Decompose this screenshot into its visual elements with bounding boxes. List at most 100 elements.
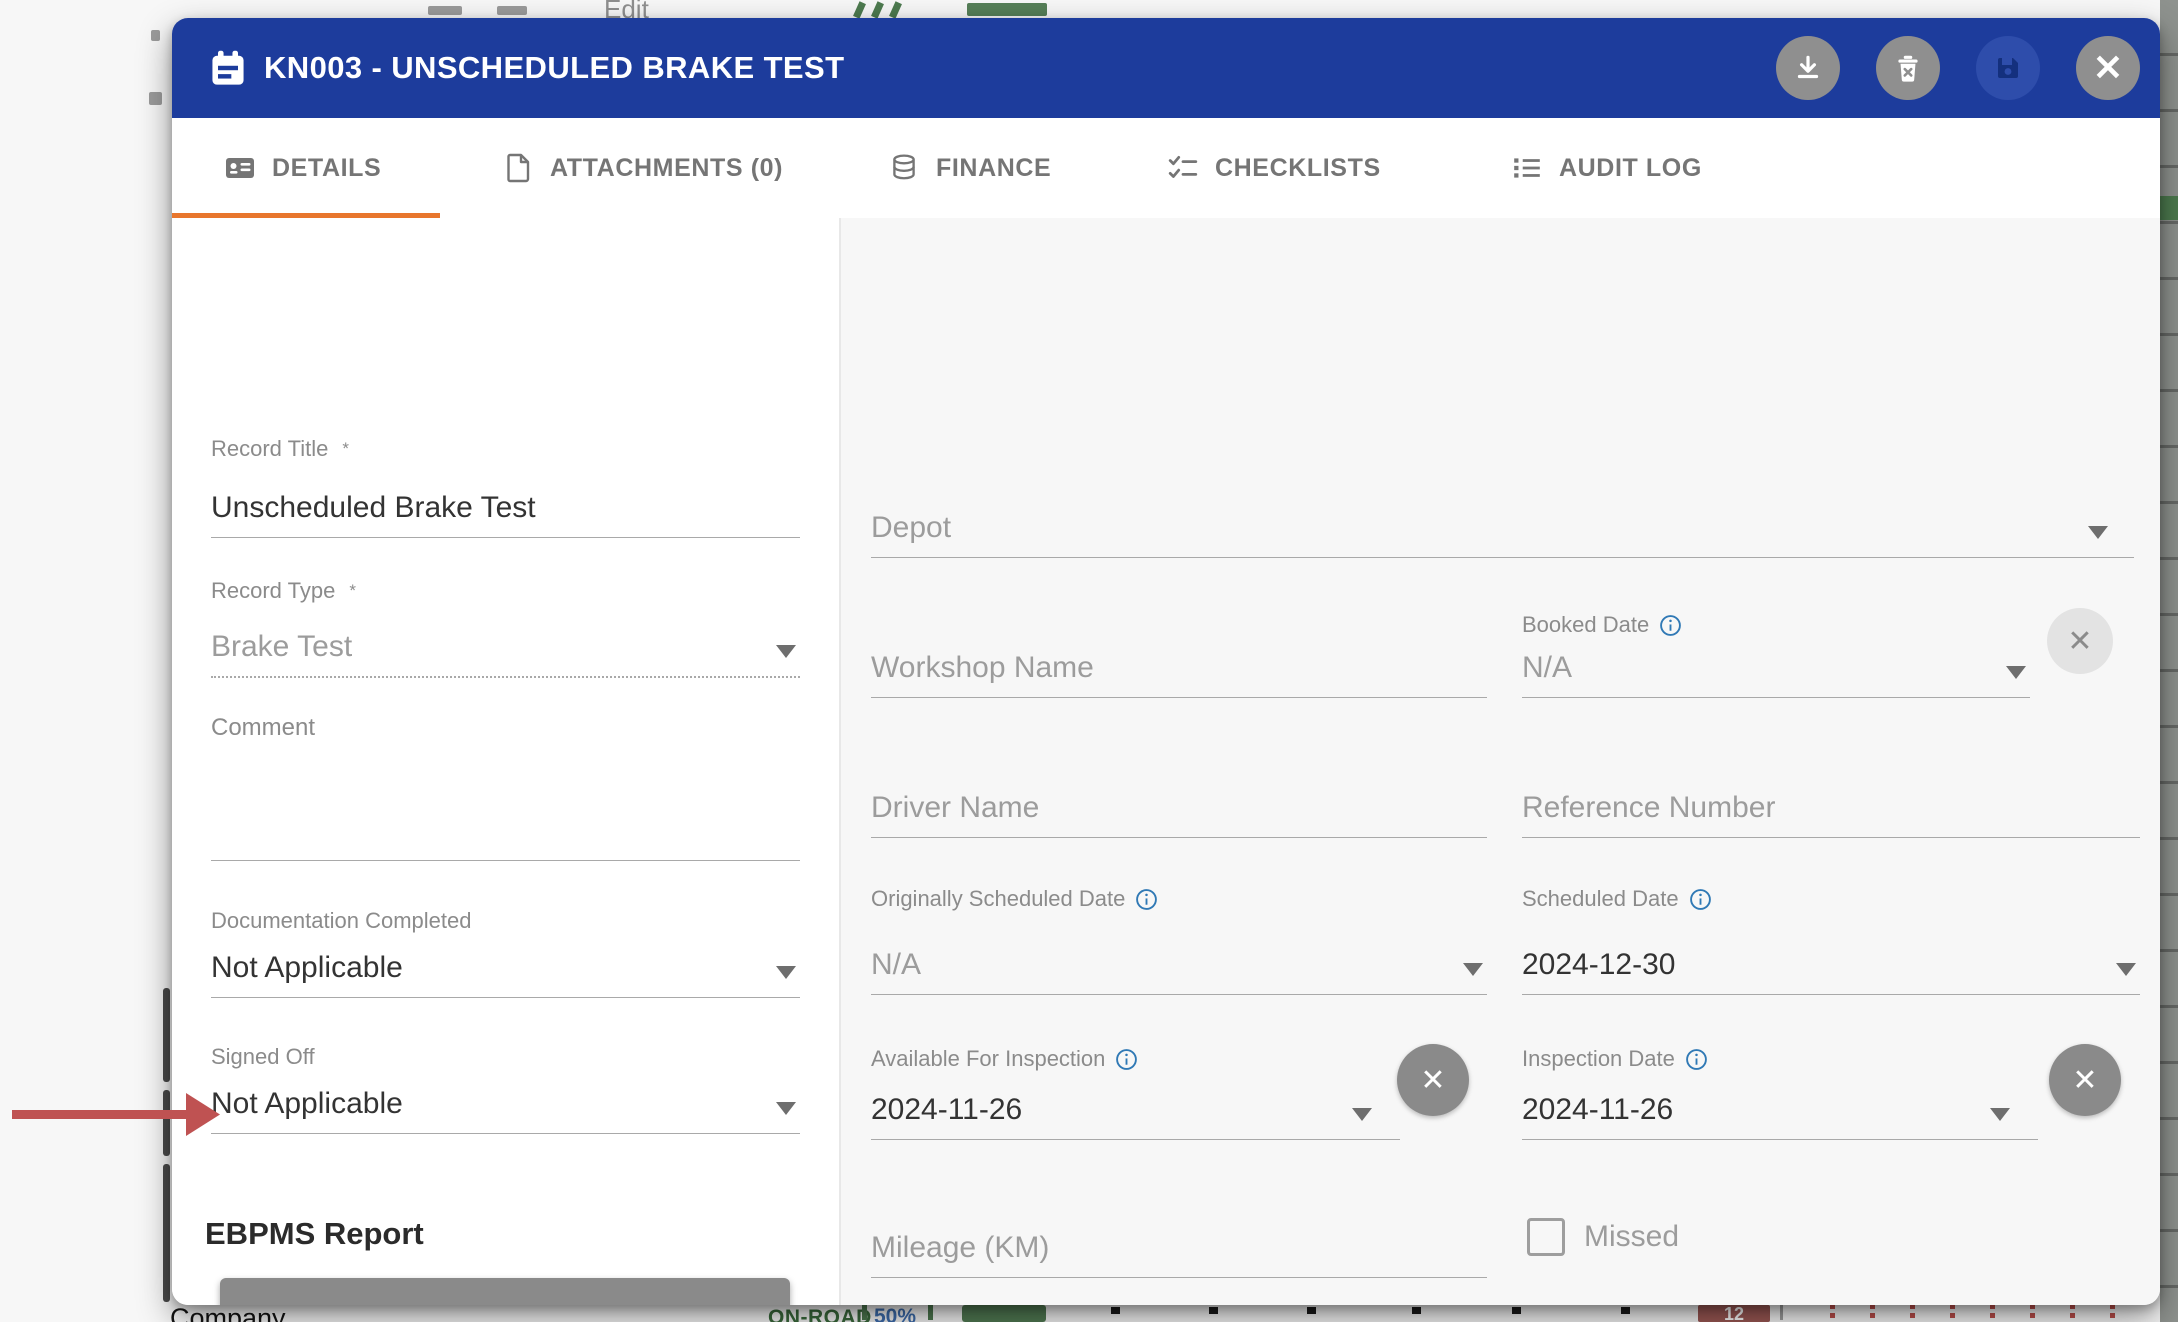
driver-name-input[interactable]: Driver Name [871,774,1487,838]
inspection-date-label: Inspection Date [1522,1046,1708,1072]
background-dot [1412,1307,1421,1314]
modal-header: KN003 - UNSCHEDULED BRAKE TEST [172,18,2160,118]
background-table-header-strip: Edit [0,0,2178,18]
service-record-modal: KN003 - UNSCHEDULED BRAKE TEST [172,18,2160,1305]
tab-checklists[interactable]: CHECKLISTS [1167,118,1381,218]
originally-scheduled-date-label: Originally Scheduled Date [871,886,1158,912]
tab-audit-log[interactable]: AUDIT LOG [1511,118,1702,218]
background-text-fragment [149,92,162,105]
driver-name-placeholder: Driver Name [871,791,1039,825]
dropdown-arrow-icon[interactable] [2116,963,2136,976]
signed-off-label-text: Signed Off [211,1044,315,1070]
available-for-inspection-label-text: Available For Inspection [871,1046,1105,1072]
inspection-date-label-text: Inspection Date [1522,1046,1675,1072]
background-dot [1512,1307,1521,1314]
info-icon[interactable] [1115,1048,1138,1071]
calendar-icon [208,47,248,89]
background-left-line-segment [163,1164,170,1302]
modal-title: KN003 - UNSCHEDULED BRAKE TEST [264,50,844,86]
dropdown-arrow-icon[interactable] [776,1102,796,1115]
dropdown-arrow-icon[interactable] [1990,1108,2010,1121]
inspection-date-clear-button[interactable]: ✕ [2049,1044,2121,1116]
comment-textarea[interactable] [211,748,800,861]
record-type-select[interactable]: Brake Test [211,614,800,678]
dropdown-arrow-icon[interactable] [2006,666,2026,679]
documentation-completed-select[interactable]: Not Applicable [211,936,800,998]
info-icon[interactable] [1689,888,1712,911]
record-title-label-text: Record Title [211,436,328,462]
reference-number-input[interactable]: Reference Number [1522,774,2140,838]
workshop-name-placeholder: Workshop Name [871,651,1094,685]
mileage-input[interactable]: Mileage (KM) [871,1216,1487,1278]
required-mark: * [349,581,356,601]
id-card-icon [224,152,256,184]
close-button[interactable]: ✕ [2076,36,2140,100]
signed-off-select[interactable]: Not Applicable [211,1072,800,1134]
tab-finance[interactable]: FINANCE [888,118,1051,218]
background-green-cell [2160,196,2178,220]
details-right-pane [839,218,2160,1305]
background-right-column-strip [2160,0,2178,1322]
missed-label: Missed [1584,1220,1679,1254]
record-type-label: Record Type * [211,578,356,604]
reset-ebpms-button-label: RESET EBPMS SYSTEM [379,1304,630,1306]
scheduled-date-select[interactable]: 2024-12-30 [1522,930,2140,995]
originally-scheduled-date-select[interactable]: N/A [871,930,1487,995]
background-text-fragment [151,30,160,41]
workshop-name-input[interactable]: Workshop Name [871,634,1487,698]
info-icon[interactable] [1685,1048,1708,1071]
available-for-inspection-label: Available For Inspection [871,1046,1138,1072]
inspection-date-value: 2024-11-26 [1522,1093,1673,1127]
info-icon[interactable] [1659,614,1682,637]
tab-label: CHECKLISTS [1215,154,1381,183]
mileage-placeholder: Mileage (KM) [871,1231,1049,1265]
booked-date-clear-button[interactable]: ✕ [2047,608,2113,674]
reset-ebpms-button[interactable]: RESET EBPMS SYSTEM [220,1278,790,1305]
delete-button[interactable] [1876,36,1940,100]
scheduled-date-label: Scheduled Date [1522,886,1712,912]
background-red-tick [2110,1313,2115,1318]
background-red-tick [1990,1313,1995,1318]
dropdown-arrow-icon[interactable] [776,966,796,979]
depot-select[interactable]: Depot [871,490,2134,558]
background-red-tick [1910,1313,1915,1318]
background-red-tick [2030,1313,2035,1318]
originally-scheduled-date-label-text: Originally Scheduled Date [871,886,1125,912]
save-floppy-icon [1993,53,2023,83]
tab-label: AUDIT LOG [1559,154,1702,183]
booked-date-select[interactable]: N/A [1522,646,2030,698]
available-for-inspection-clear-button[interactable]: ✕ [1397,1044,1469,1116]
signed-off-value: Not Applicable [211,1087,403,1121]
download-button[interactable] [1776,36,1840,100]
inspection-date-select[interactable]: 2024-11-26 [1522,1086,2038,1140]
available-for-inspection-select[interactable]: 2024-11-26 [871,1086,1400,1140]
record-title-input[interactable]: Unscheduled Brake Test [211,474,800,538]
record-type-label-text: Record Type [211,578,335,604]
annotation-arrow [0,1090,230,1138]
clear-x-icon: ✕ [2072,1063,2097,1098]
dropdown-arrow-icon[interactable] [2088,526,2108,539]
tab-details[interactable]: DETAILS [224,118,381,218]
background-red-tick [1830,1313,1835,1318]
documentation-completed-label: Documentation Completed [211,908,471,934]
background-red-tick [1950,1313,1955,1318]
missed-checkbox[interactable] [1527,1218,1565,1256]
background-trend-bar [862,1305,867,1320]
documentation-completed-value: Not Applicable [211,951,403,985]
dropdown-arrow-icon[interactable] [1352,1108,1372,1121]
document-icon [504,152,534,184]
save-button[interactable] [1976,36,2040,100]
dropdown-arrow-icon[interactable] [776,645,796,658]
comment-label: Comment [211,714,315,742]
background-text-fragment [428,6,462,15]
dropdown-arrow-icon[interactable] [1463,963,1483,976]
booked-date-value: N/A [1522,651,1572,685]
background-dot [1307,1307,1316,1314]
booked-date-label-text: Booked Date [1522,612,1649,638]
scheduled-date-label-text: Scheduled Date [1522,886,1679,912]
background-green-badge [967,3,1047,16]
record-type-value: Brake Test [211,630,352,664]
tab-attachments[interactable]: ATTACHMENTS (0) [504,118,783,218]
info-icon[interactable] [1135,888,1158,911]
available-for-inspection-value: 2024-11-26 [871,1093,1022,1127]
